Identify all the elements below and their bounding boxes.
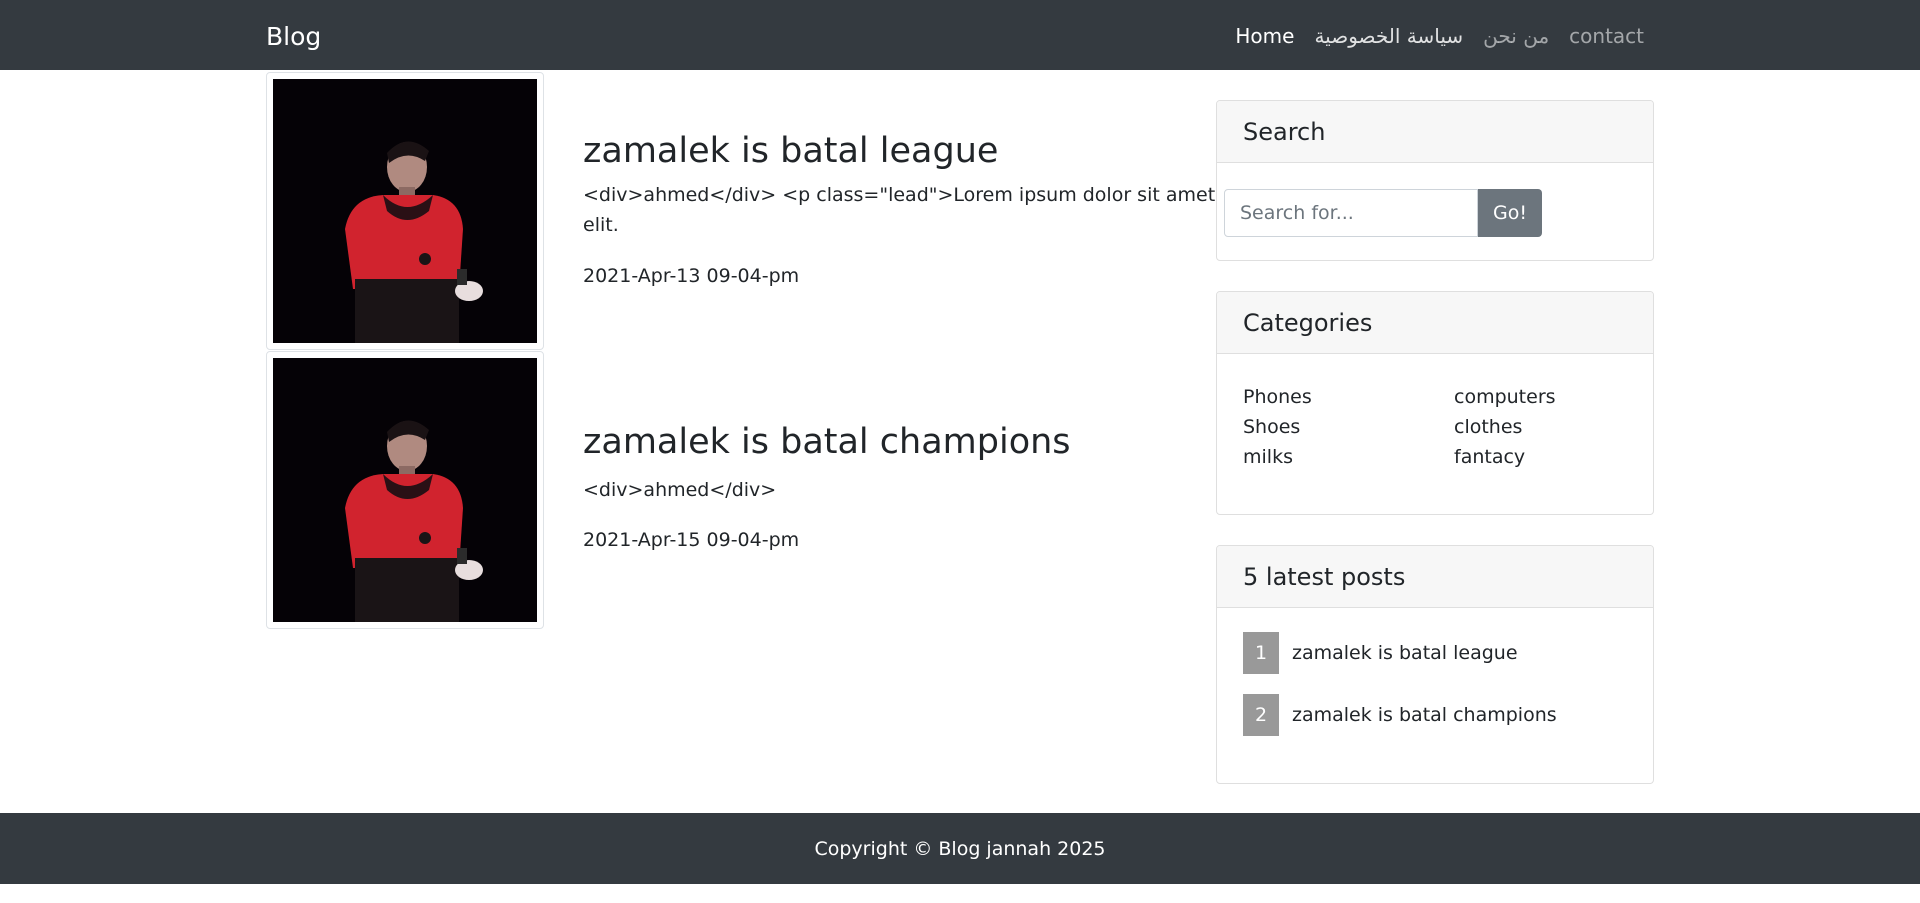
nav-link-privacy[interactable]: سياسة الخصوصية	[1314, 22, 1463, 50]
categories-card: Categories Phones computers Shoes clothe…	[1216, 291, 1654, 515]
search-form: Go!	[1224, 189, 1542, 237]
footer: Copyright © Blog jannah 2025	[0, 813, 1920, 884]
category-link-shoes[interactable]: Shoes	[1243, 412, 1454, 442]
post-card: zamalek is batal league <div>ahmed</div>…	[266, 72, 1447, 350]
category-link-clothes[interactable]: clothes	[1454, 412, 1653, 442]
search-card-title: Search	[1217, 101, 1653, 163]
latest-posts-card: 5 latest posts 1 zamalek is batal league…	[1216, 545, 1654, 784]
latest-post-number-badge: 1	[1243, 632, 1279, 674]
latest-post-title[interactable]: zamalek is batal champions	[1292, 701, 1557, 729]
categories-list: Phones computers Shoes clothes milks fan…	[1243, 382, 1653, 472]
latest-post-item[interactable]: 1 zamalek is batal league	[1243, 632, 1557, 674]
brand-logo[interactable]: Blog	[266, 20, 321, 54]
post-title[interactable]: zamalek is batal league	[583, 130, 998, 172]
latest-post-number-badge: 2	[1243, 694, 1279, 736]
top-navbar: Blog Home سياسة الخصوصية من نحن contact	[0, 0, 1920, 70]
search-input[interactable]	[1224, 189, 1478, 237]
category-link-fantacy[interactable]: fantacy	[1454, 442, 1653, 472]
nav-link-about[interactable]: من نحن	[1483, 22, 1549, 50]
nav-link-home[interactable]: Home	[1235, 22, 1294, 50]
nav-link-contact[interactable]: contact	[1569, 22, 1644, 50]
nav-links: Home سياسة الخصوصية من نحن contact	[1235, 22, 1644, 50]
latest-post-title[interactable]: zamalek is batal league	[1292, 639, 1518, 667]
search-card: Search Go!	[1216, 100, 1654, 261]
category-link-milks[interactable]: milks	[1243, 442, 1454, 472]
post-image	[273, 358, 537, 622]
post-thumbnail[interactable]	[266, 72, 544, 350]
category-link-phones[interactable]: Phones	[1243, 382, 1454, 412]
latest-post-item[interactable]: 2 zamalek is batal champions	[1243, 694, 1557, 736]
person-photo-icon	[273, 358, 537, 622]
categories-card-title: Categories	[1217, 292, 1653, 354]
latest-posts-list: 1 zamalek is batal league 2 zamalek is b…	[1243, 632, 1557, 756]
person-photo-icon	[273, 79, 537, 343]
category-link-computers[interactable]: computers	[1454, 382, 1653, 412]
post-title[interactable]: zamalek is batal champions	[583, 421, 1071, 463]
post-card: zamalek is batal champions <div>ahmed</d…	[266, 351, 1166, 629]
post-thumbnail[interactable]	[266, 351, 544, 629]
post-date: 2021-Apr-13 09-04-pm	[583, 265, 800, 287]
latest-posts-card-title: 5 latest posts	[1217, 546, 1653, 608]
footer-copyright: Copyright © Blog jannah 2025	[814, 837, 1106, 860]
post-image	[273, 79, 537, 343]
post-date: 2021-Apr-15 09-04-pm	[583, 529, 800, 551]
search-go-button[interactable]: Go!	[1478, 189, 1542, 237]
